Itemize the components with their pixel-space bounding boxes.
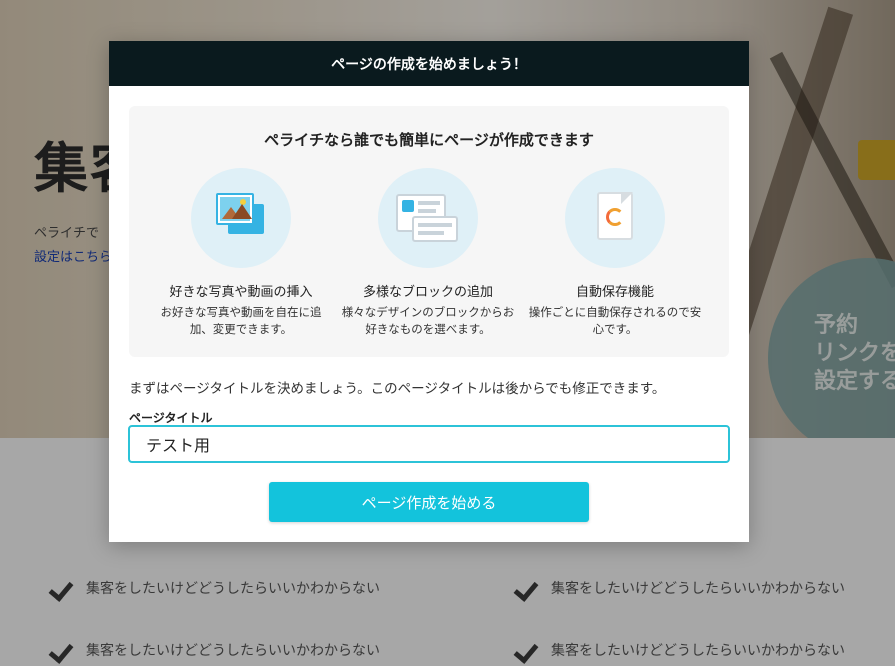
autosave-file-icon xyxy=(565,168,665,268)
start-page-creation-button[interactable]: ページ作成を始める xyxy=(269,482,589,522)
feature-autosave: 自動保存機能 操作ごとに自動保存されるので安心です。 xyxy=(520,168,710,338)
feature-panel: ペライチなら誰でも簡単にページが作成できます 好きな写真や動画の挿入 お好きな写… xyxy=(129,106,729,357)
feature-name: 多様なブロックの追加 xyxy=(362,285,493,300)
feature-description: 様々なデザインのブロックからお好きなものを選べます。 xyxy=(341,305,515,336)
blocks-icon xyxy=(378,168,478,268)
photo-icon xyxy=(191,168,291,268)
modal-title: ページの作成を始めましょう！ xyxy=(331,56,527,73)
modal-header: ページの作成を始めましょう！ xyxy=(109,41,749,86)
page-title-input[interactable] xyxy=(128,425,730,463)
feature-description: 操作ごとに自動保存されるので安心です。 xyxy=(528,305,702,336)
feature-heading: ペライチなら誰でも簡単にページが作成できます xyxy=(264,131,594,149)
intro-text: まずはページタイトルを決めましょう。このページタイトルは後からでも修正できます。 xyxy=(129,381,666,397)
feature-name: 自動保存機能 xyxy=(575,285,654,300)
create-page-modal: ページの作成を始めましょう！ ペライチなら誰でも簡単にページが作成できます 好き… xyxy=(109,41,749,542)
feature-name: 好きな写真や動画の挿入 xyxy=(169,285,313,300)
feature-blocks: 多様なブロックの追加 様々なデザインのブロックからお好きなものを選べます。 xyxy=(333,168,523,338)
feature-description: お好きな写真や動画を自在に追加、変更できます。 xyxy=(160,305,322,336)
feature-photo: 好きな写真や動画の挿入 お好きな写真や動画を自在に追加、変更できます。 xyxy=(146,168,336,338)
page-title-label: ページタイトル xyxy=(129,411,213,425)
